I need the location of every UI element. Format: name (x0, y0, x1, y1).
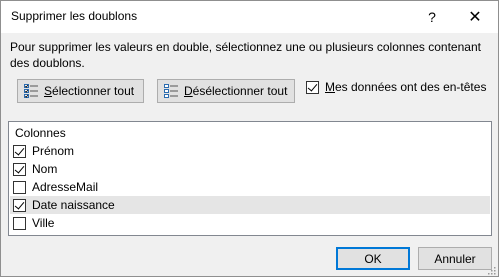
column-label: AdresseMail (32, 180, 99, 194)
remove-duplicates-dialog: Supprimer les doublons ? ✕ Pour supprime… (0, 0, 499, 277)
close-icon: ✕ (468, 9, 482, 26)
resize-grip-icon[interactable] (486, 264, 496, 275)
cancel-button[interactable]: Annuler (418, 247, 492, 270)
select-all-icon (24, 83, 39, 99)
select-all-button[interactable]: Sélectionner tout (17, 79, 144, 103)
column-label: Ville (32, 216, 55, 230)
dialog-title: Supprimer les doublons (11, 9, 138, 23)
deselect-all-label: Désélectionner tout (184, 84, 288, 98)
columns-header: Colonnes (15, 126, 66, 140)
select-all-label: Sélectionner tout (44, 84, 135, 98)
help-button[interactable]: ? (412, 1, 452, 33)
column-label: Date naissance (32, 198, 115, 212)
deselect-all-icon (164, 83, 179, 99)
column-label: Nom (32, 162, 58, 176)
column-checkbox[interactable] (13, 216, 26, 230)
column-item-ville[interactable]: Ville (10, 214, 490, 232)
deselect-all-button[interactable]: Désélectionner tout (157, 79, 295, 103)
ok-button[interactable]: OK (336, 247, 410, 270)
column-item-prenom[interactable]: Prénom (10, 142, 490, 160)
instructions-text: Pour supprimer les valeurs en double, sé… (10, 40, 481, 70)
column-checkbox[interactable] (13, 180, 26, 194)
column-checkbox[interactable] (13, 162, 26, 176)
column-checkbox[interactable] (13, 144, 26, 158)
column-item-date-naissance[interactable]: Date naissance (10, 196, 490, 214)
column-checkbox[interactable] (13, 198, 26, 212)
has-headers-option[interactable]: Mes données ont des en-têtes (306, 80, 486, 94)
close-button[interactable]: ✕ (453, 1, 497, 33)
help-icon: ? (428, 9, 436, 25)
column-item-adressemail[interactable]: AdresseMail (10, 178, 490, 196)
has-headers-checkbox[interactable] (306, 80, 319, 94)
title-bar: Supprimer les doublons ? ✕ (1, 1, 498, 33)
column-label: Prénom (32, 144, 75, 158)
column-item-nom[interactable]: Nom (10, 160, 490, 178)
has-headers-label: Mes données ont des en-têtes (325, 80, 487, 94)
columns-list: Colonnes Prénom Nom AdresseMail Date nai… (8, 121, 492, 236)
